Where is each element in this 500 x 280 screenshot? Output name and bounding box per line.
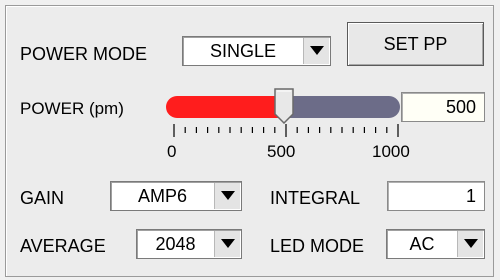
power-value-field[interactable]: 500 — [401, 92, 485, 122]
power-mode-select[interactable]: SINGLE — [182, 36, 331, 66]
gain-dropdown-button[interactable] — [214, 183, 240, 209]
integral-field[interactable]: 1 — [387, 181, 485, 211]
power-tick-min: 0 — [167, 142, 177, 161]
set-pp-button[interactable]: SET PP — [347, 22, 484, 66]
led-mode-select[interactable]: AC — [386, 229, 485, 259]
power-slider-fill — [166, 96, 286, 118]
chevron-down-icon — [464, 239, 478, 248]
power-mode-label: POWER MODE — [20, 44, 148, 64]
chevron-down-icon — [221, 191, 235, 200]
average-dropdown-button[interactable] — [214, 231, 240, 257]
average-value: 2048 — [155, 234, 196, 254]
power-slider-ticks — [173, 124, 399, 137]
led-mode-label: LED MODE — [270, 236, 365, 256]
led-mode-value: AC — [409, 234, 435, 254]
average-select[interactable]: 2048 — [136, 229, 242, 259]
gain-select[interactable]: AMP6 — [110, 181, 242, 211]
chevron-down-icon — [221, 239, 235, 248]
average-label: AVERAGE — [20, 236, 106, 256]
gain-label: GAIN — [20, 188, 65, 208]
gain-value: AMP6 — [137, 186, 188, 206]
power-mode-value: SINGLE — [209, 41, 277, 61]
power-label: POWER (pm) — [20, 99, 124, 118]
chevron-down-icon — [310, 46, 324, 55]
led-mode-dropdown-button[interactable] — [457, 231, 483, 257]
power-tick-max: 1000 — [372, 142, 410, 161]
integral-label: INTEGRAL — [270, 188, 361, 208]
power-tick-mid: 500 — [267, 142, 296, 161]
power-mode-dropdown-button[interactable] — [303, 38, 329, 64]
power-slider-track[interactable] — [282, 96, 400, 118]
power-slider-thumb[interactable] — [273, 88, 295, 124]
